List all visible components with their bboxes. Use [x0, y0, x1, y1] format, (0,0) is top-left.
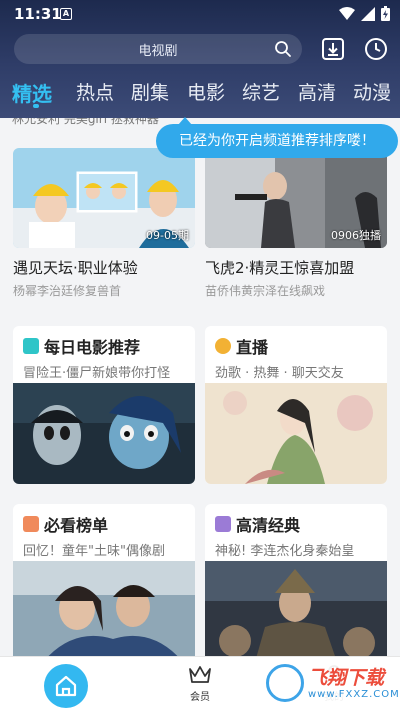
history-clock-icon[interactable] — [363, 36, 389, 62]
active-tab-indicator — [33, 104, 39, 108]
channel-sort-tooltip[interactable]: 已经为你开启频道推荐排序喽！ — [156, 117, 398, 158]
search-placeholder: 电视剧 — [138, 44, 178, 59]
notification-app-icon: A — [60, 8, 72, 20]
watermark-title: 飞翔下载 — [308, 667, 385, 689]
tab-hd[interactable]: 高清 — [298, 78, 336, 105]
status-time: 11:31 — [14, 5, 62, 23]
card-image — [13, 383, 195, 484]
card-title: 直播 — [236, 338, 269, 357]
search-bar[interactable]: 电视剧 — [14, 34, 302, 64]
video-card[interactable]: 0906独播 飞虎2·精灵王惊喜加盟 苗侨伟黄宗泽在线飙戏 — [205, 148, 387, 299]
episode-badge: 0906独播 — [331, 229, 381, 242]
tab-variety[interactable]: 综艺 — [242, 78, 280, 105]
video-title: 飞虎2·精灵王惊喜加盟 — [205, 259, 355, 277]
watermark-url: www.FXXZ.COM — [308, 689, 400, 700]
daily-movie-card[interactable]: 每日电影推荐 冒险王·僵尸新娘带你打怪 — [13, 326, 195, 484]
battery-icon — [381, 6, 390, 21]
card-title: 每日电影推荐 — [44, 338, 141, 357]
signal-icon — [361, 6, 375, 21]
hd-classic-card[interactable]: 高清经典 神秘! 李连杰化身秦始皇 — [205, 504, 387, 656]
home-icon — [55, 675, 77, 697]
tab-hot[interactable]: 热点 — [76, 78, 114, 105]
wifi-icon — [339, 6, 355, 20]
must-watch-card[interactable]: 必看榜单 回忆！童年"土味"偶像剧 — [13, 504, 195, 656]
hd-icon — [215, 516, 231, 532]
home-button[interactable] — [44, 664, 88, 708]
card-image — [205, 383, 387, 484]
search-icon[interactable] — [274, 40, 292, 58]
live-card[interactable]: 直播 劲歌 · 热舞 · 聊天交友 — [205, 326, 387, 484]
status-bar: 11:31 A — [0, 0, 400, 28]
crown-icon — [189, 666, 211, 683]
card-subtitle: 劲歌 · 热舞 · 聊天交友 — [215, 366, 344, 381]
tab-series[interactable]: 剧集 — [131, 78, 169, 105]
video-card[interactable]: 09-05期 遇见天坛·职业体验 杨幂李治廷修复兽首 — [13, 148, 195, 299]
download-icon[interactable] — [320, 36, 346, 62]
card-subtitle: 神秘! 李连杰化身秦始皇 — [215, 544, 355, 559]
card-subtitle: 冒险王·僵尸新娘带你打怪 — [23, 366, 171, 381]
video-subtitle: 杨幂李治廷修复兽首 — [13, 284, 122, 298]
tab-featured[interactable]: 精选 — [12, 78, 52, 107]
card-image — [13, 561, 195, 656]
card-title: 高清经典 — [236, 516, 301, 535]
vip-nav-item[interactable]: 会员 — [180, 663, 220, 703]
ranking-icon — [23, 516, 39, 532]
previous-item-text: 林允安利 完美girl 拯救神器 — [12, 118, 159, 126]
video-thumbnail: 09-05期 — [13, 148, 195, 248]
video-thumbnail: 0906独播 — [205, 148, 387, 248]
hand-wave-icon — [215, 338, 231, 354]
video-subtitle: 苗侨伟黄宗泽在线飙戏 — [205, 284, 326, 298]
tab-anime[interactable]: 动漫 — [353, 78, 391, 105]
feed-content[interactable]: 林允安利 完美girl 拯救神器 09-05期 遇见天坛·职业体验 杨幂李治廷修… — [0, 118, 400, 656]
episode-badge: 09-05期 — [146, 229, 189, 242]
card-image — [205, 561, 387, 656]
card-title: 必看榜单 — [44, 516, 109, 535]
channel-tabs: 精选 热点 剧集 电影 综艺 高清 动漫 — [0, 78, 400, 110]
site-watermark: 飞翔下载 www.FXXZ.COM — [262, 660, 399, 706]
header-bar: 11:31 A 电视剧 精选 热点 剧集 电影 综艺 高清 动漫 — [0, 0, 400, 118]
video-title: 遇见天坛·职业体验 — [13, 259, 138, 277]
card-subtitle: 回忆！童年"土味"偶像剧 — [23, 544, 165, 559]
status-icons — [339, 6, 390, 21]
tv-icon — [23, 338, 39, 354]
nav-label: 会员 — [190, 692, 210, 703]
watermark-logo — [266, 664, 304, 702]
tab-movies[interactable]: 电影 — [187, 78, 225, 105]
